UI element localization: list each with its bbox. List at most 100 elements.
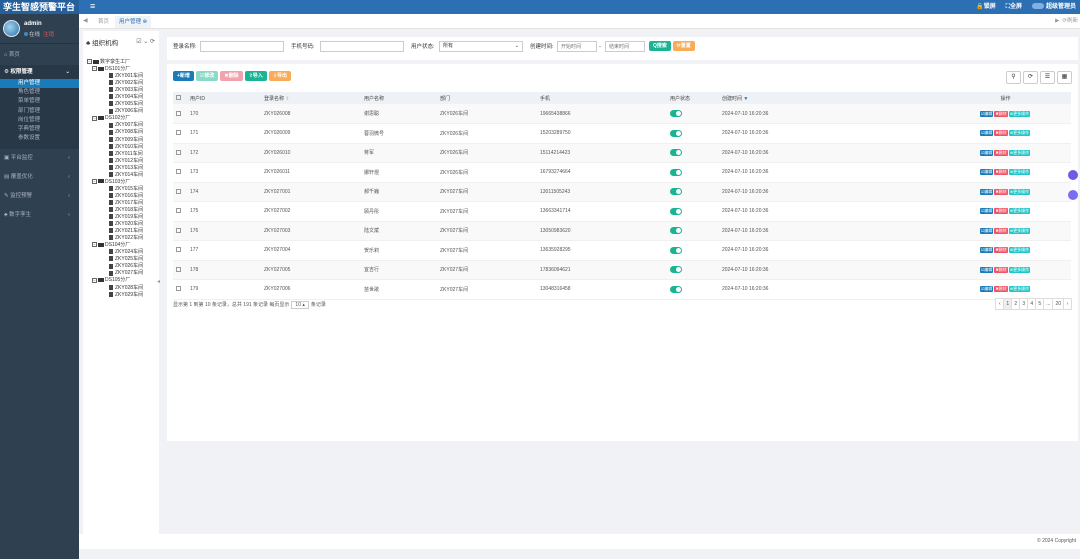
sidebar-group-coverage[interactable]: ▤ 覆盖优化 ‹ (0, 170, 79, 184)
status-toggle[interactable] (670, 285, 682, 293)
col-user-name[interactable]: 用户名称 (361, 92, 437, 104)
toggle-view-icon[interactable]: ☰ (1040, 71, 1055, 84)
fullscreen-button[interactable]: ⛶全屏 (1006, 0, 1022, 14)
row-checkbox[interactable] (173, 104, 187, 124)
sidebar-group-twin[interactable]: ♣ 数字孪生 ‹ (0, 208, 79, 222)
tab-scroll-right-icon[interactable]: ▶ (1055, 18, 1059, 24)
row-checkbox[interactable] (173, 240, 187, 261)
tree-node-workshop[interactable]: ZKY016车间 (87, 193, 157, 200)
table-row[interactable]: 173 ZKY026011 娜轩煜 ZKY026车间 16793274664 2024-0… (173, 162, 1071, 183)
table-row[interactable]: 174 ZKY027001 郝千巍 ZKY027车间 13011505243 2024-0… (173, 182, 1071, 202)
menu-toggle-icon[interactable]: ≡ (90, 0, 95, 13)
row-edit-button[interactable]: ☑编辑 (979, 130, 994, 137)
table-row[interactable]: 171 ZKY026009 蓉羽微号 ZKY026车间 15203289750 2024-… (173, 123, 1071, 144)
row-edit-button[interactable]: ☑编辑 (979, 188, 994, 195)
chat-float-icon[interactable] (1068, 190, 1078, 200)
checkbox-icon[interactable] (176, 169, 181, 175)
row-checkbox[interactable] (173, 201, 187, 222)
page-size-select[interactable]: 10 ▴ (291, 301, 309, 309)
table-row[interactable]: 179 ZKY027006 苗世歌 ZKY027车间 13048316458 2024-0… (173, 279, 1071, 300)
col-user-id[interactable]: 用户ID (187, 92, 261, 104)
sidebar-item-config[interactable]: 参数设置 (0, 134, 79, 150)
row-edit-button[interactable]: ☑编辑 (979, 149, 994, 156)
logout-link[interactable]: 注销 (43, 32, 54, 38)
row-edit-button[interactable]: ☑编辑 (979, 110, 994, 117)
sidebar-item-roles[interactable]: 角色管理 (0, 88, 79, 98)
reset-button[interactable]: ⟳重置 (672, 41, 695, 51)
search-icon[interactable]: ⚲ (1006, 71, 1021, 84)
delete-button[interactable]: ✖删除 (220, 71, 243, 81)
tab-scroll-left-icon[interactable]: ◀ (83, 14, 88, 29)
expand-icon[interactable]: ⌄ (143, 39, 148, 45)
select-all-checkbox[interactable] (173, 92, 187, 104)
tree-node-workshop[interactable]: ZKY010车间 (87, 144, 157, 151)
columns-icon[interactable]: ▦ (1057, 71, 1072, 84)
checkbox-icon[interactable] (176, 286, 181, 292)
status-toggle[interactable] (670, 168, 682, 176)
sidebar-item-home[interactable]: ⌂ 首页 (0, 48, 79, 62)
status-toggle[interactable] (670, 246, 682, 254)
collapse-icon[interactable]: − (92, 242, 97, 248)
status-select[interactable]: 所有 ⌄ (439, 41, 523, 52)
row-edit-button[interactable]: ☑编辑 (979, 208, 994, 215)
sidebar-item-depts[interactable]: 部门管理 (0, 106, 79, 116)
status-toggle[interactable] (670, 266, 682, 274)
table-row[interactable]: 176 ZKY027003 陆文斌 ZKY027车间 13050983620 2024-0… (173, 221, 1071, 241)
sidebar-item-menus[interactable]: 菜单管理 (0, 97, 79, 107)
collapse-icon[interactable]: − (87, 59, 92, 65)
tree-node-factory[interactable]: − DS105分厂 (87, 277, 157, 284)
tree-node-workshop[interactable]: ZKY017车间 (87, 200, 157, 207)
checkbox-icon[interactable] (176, 208, 181, 214)
table-row[interactable]: 178 ZKY027005 宜吉行 ZKY027车间 17836094621 2024-0… (173, 260, 1071, 280)
tree-node-workshop[interactable]: ZKY014车间 (87, 172, 157, 179)
row-more-button[interactable]: ⊕更多操作 (1008, 208, 1031, 215)
row-delete-button[interactable]: ✖删除 (994, 247, 1008, 254)
page-link[interactable]: › (1063, 298, 1072, 310)
sort-desc-icon[interactable]: ▼ (743, 96, 748, 102)
checkbox-icon[interactable] (176, 247, 181, 253)
row-checkbox[interactable] (173, 182, 187, 202)
status-toggle[interactable] (670, 207, 682, 215)
sort-icon[interactable]: ⇕ (285, 96, 289, 102)
phone-input[interactable] (320, 41, 404, 52)
tree-node-workshop[interactable]: ZKY013车间 (87, 165, 157, 172)
checkbox-icon[interactable] (176, 149, 181, 155)
sidebar-item-posts[interactable]: 岗位管理 (0, 115, 79, 125)
row-edit-button[interactable]: ☑编辑 (979, 169, 994, 176)
row-checkbox[interactable] (173, 221, 187, 241)
row-delete-button[interactable]: ✖删除 (994, 188, 1008, 195)
row-delete-button[interactable]: ✖删除 (994, 266, 1008, 273)
import-button[interactable]: ⇧导入 (244, 71, 267, 81)
export-button[interactable]: ⇩导出 (268, 71, 292, 81)
sidebar-group-monitor[interactable]: ▣ 平台监控 ‹ (0, 151, 79, 165)
checkbox-icon[interactable] (176, 110, 181, 116)
row-delete-button[interactable]: ✖删除 (994, 130, 1008, 137)
sidebar-group-alert[interactable]: ✎ 监控预警 ‹ (0, 189, 79, 203)
lock-screen-button[interactable]: 🔒锁屏 (976, 0, 995, 14)
col-login-name[interactable]: 登录名称 ⇕ (261, 92, 361, 104)
status-toggle[interactable] (670, 110, 682, 117)
status-toggle[interactable] (670, 129, 682, 137)
row-checkbox[interactable] (173, 260, 187, 280)
row-checkbox[interactable] (173, 123, 187, 144)
collapse-icon[interactable]: − (92, 115, 97, 121)
checkbox-icon[interactable] (176, 227, 181, 233)
collapse-tree-icon[interactable]: ◂ (157, 278, 160, 285)
refresh-icon[interactable]: ⟳ (1023, 71, 1038, 84)
sidebar-item-dicts[interactable]: 字典管理 (0, 124, 79, 135)
row-edit-button[interactable]: ☑编辑 (979, 286, 994, 293)
col-phone[interactable]: 手机 (537, 92, 667, 104)
close-icon[interactable]: ⊗ (143, 19, 148, 25)
search-button[interactable]: Q搜索 (649, 41, 671, 51)
collapse-icon[interactable]: − (92, 277, 97, 283)
collapse-icon[interactable]: − (92, 66, 97, 72)
row-more-button[interactable]: ⊕更多操作 (1008, 188, 1031, 195)
row-edit-button[interactable]: ☑编辑 (979, 227, 994, 234)
tree-node-workshop[interactable]: ZKY012车间 (87, 158, 157, 165)
row-checkbox[interactable] (173, 162, 187, 183)
collapse-icon[interactable]: − (92, 178, 97, 184)
table-row[interactable]: 170 ZKY026008 谢思聪 ZKY026车间 19665438866 2024-0… (173, 104, 1071, 124)
add-button[interactable]: +新增 (173, 71, 194, 81)
sidebar-item-users[interactable]: 用户管理 (0, 79, 79, 89)
row-more-button[interactable]: ⊕更多操作 (1008, 130, 1031, 137)
